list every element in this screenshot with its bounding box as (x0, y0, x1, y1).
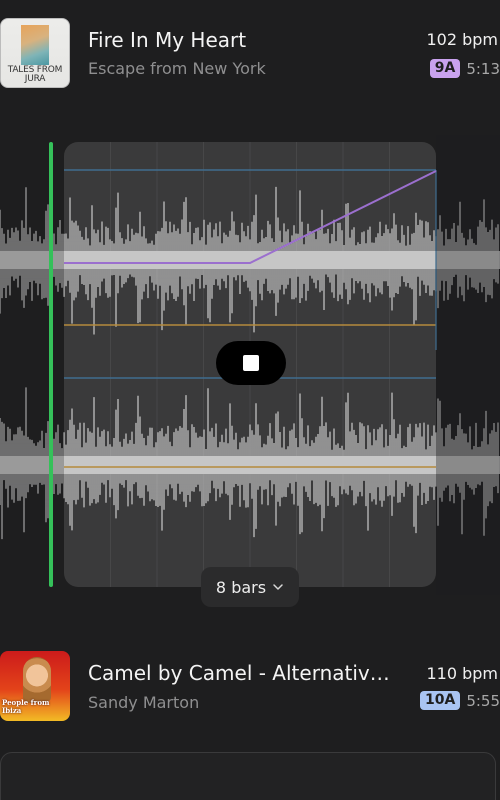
waveform-editor[interactable]: 8 bars (0, 135, 500, 607)
player-screen: TALES FROM JURA Fire In My Heart Escape … (0, 0, 500, 800)
track-bpm: 102 bpm (426, 30, 498, 49)
album-artwork: People from Ibiza (0, 651, 70, 721)
loop-length-label: 8 bars (215, 577, 267, 597)
next-track-card[interactable] (0, 752, 496, 800)
waveform-deck-b-core (0, 456, 500, 474)
track-row-next[interactable]: People from Ibiza Camel by Camel - Alter… (0, 648, 500, 728)
waveform-deck-a-core (0, 251, 500, 269)
artwork-graphic (23, 657, 51, 703)
stop-button[interactable] (216, 341, 286, 385)
track-duration: 5:13 (466, 59, 500, 78)
playhead-marker (49, 142, 53, 587)
key-badge: 9A (429, 59, 461, 78)
track-title: Camel by Camel - Alternative... (88, 661, 394, 685)
chevron-down-icon (273, 584, 283, 590)
track-duration: 5:55 (466, 691, 500, 710)
track-meta: 10A 5:55 (419, 691, 500, 710)
track-title: Fire In My Heart (88, 28, 247, 52)
track-artist: Escape from New York (88, 59, 266, 78)
album-artwork: TALES FROM JURA (0, 18, 70, 88)
artwork-text: People from Ibiza (2, 698, 50, 715)
stop-icon (243, 355, 259, 371)
artwork-graphic (21, 25, 49, 65)
loop-length-dropdown[interactable]: 8 bars (201, 567, 299, 607)
track-artist: Sandy Marton (88, 693, 200, 712)
key-badge: 10A (419, 691, 461, 710)
track-row-current[interactable]: TALES FROM JURA Fire In My Heart Escape … (0, 12, 500, 92)
outside-loop-shade (0, 135, 64, 595)
track-bpm: 110 bpm (426, 664, 498, 683)
artwork-text: TALES FROM JURA (7, 65, 63, 84)
track-meta: 9A 5:13 (429, 59, 500, 78)
outside-loop-shade (436, 135, 500, 595)
